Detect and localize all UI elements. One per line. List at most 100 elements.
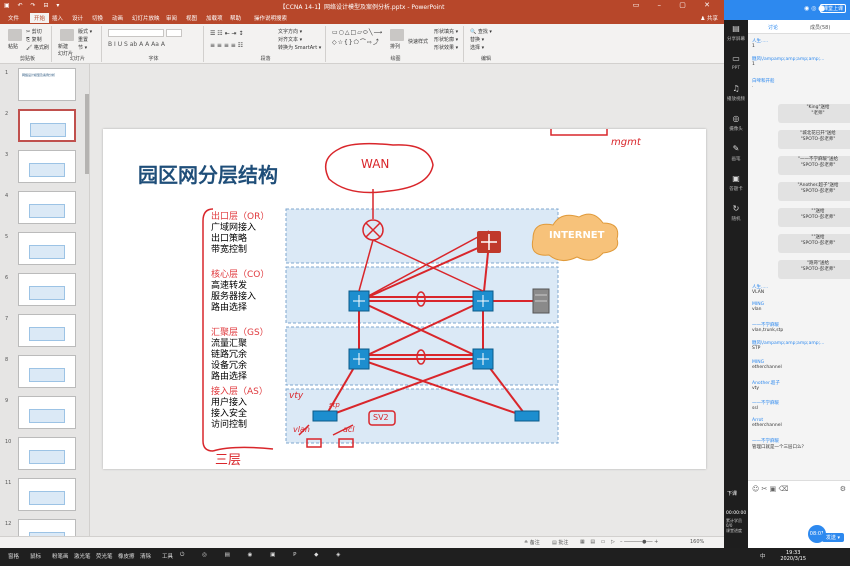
chat-toolbar-icons[interactable]: ☺ ✂ ▣ ⌫ xyxy=(752,485,788,493)
slide-thumbnail[interactable] xyxy=(18,150,76,183)
taskbar-tool[interactable]: 清除 xyxy=(140,552,151,560)
chat-panel: 讨论 成员(58) 人生..... 1 糖风\/ampamp;amp;amp;amp… xyxy=(748,20,850,548)
tab-animations[interactable]: 动画 xyxy=(112,14,123,22)
class-timer: 00:00:00 xyxy=(726,511,747,516)
side-toolbar-icon[interactable]: ▤ xyxy=(728,24,744,33)
tab-review[interactable]: 审阅 xyxy=(166,14,177,22)
side-toolbar-label: 画笔 xyxy=(731,157,741,162)
select-button[interactable]: 选择 ▾ xyxy=(470,44,484,51)
scrollbar-thumb[interactable] xyxy=(85,94,89,174)
tab-slideshow[interactable]: 幻灯片放映 xyxy=(132,14,160,22)
tab-view[interactable]: 视图 xyxy=(186,14,197,22)
slides-group: 新建 幻灯片 版式 ▾ 重置 节 ▾ 幻灯片 xyxy=(54,26,102,62)
tab-addins[interactable]: 加载项 xyxy=(206,14,223,22)
tab-members[interactable]: 成员(58) xyxy=(810,24,830,31)
shape-effects-button[interactable]: 形状效果 ▾ xyxy=(434,44,458,51)
clipboard-group-label: 剪贴板 xyxy=(19,56,35,62)
shape-outline-button[interactable]: 形状轮廓 ▾ xyxy=(434,36,458,43)
thumbnail-graphic xyxy=(29,327,65,341)
smartart-button[interactable]: 转换为 SmartArt ▾ xyxy=(278,44,321,51)
slide-thumbnail[interactable] xyxy=(18,109,76,142)
class-stats: 累计学员 0/0 课堂进度 xyxy=(726,518,742,533)
input-language[interactable]: 中 xyxy=(760,552,766,560)
tab-help[interactable]: 帮助 xyxy=(230,14,241,22)
reset-button[interactable]: 重置 xyxy=(78,36,88,43)
taskbar-tool[interactable]: 激光笔 xyxy=(74,552,91,560)
slide-thumbnail[interactable] xyxy=(18,273,76,306)
tab-file[interactable]: 文件 xyxy=(8,14,19,22)
shapes-gallery[interactable]: ▭○△□▱⬭╲⟶ ◇☆{}⬠⌒⇨⤴ xyxy=(332,29,383,46)
slide-thumbnail[interactable] xyxy=(18,437,76,470)
tab-home[interactable]: 开始 xyxy=(30,13,50,23)
sv2-annotation: SV2 xyxy=(373,413,389,422)
paste-button[interactable]: 粘贴 xyxy=(8,43,18,50)
find-button[interactable]: 🔍 查找 ▾ xyxy=(470,28,492,35)
share-button[interactable]: ♟ 共享 xyxy=(700,14,718,22)
slide-thumbnail[interactable] xyxy=(18,478,76,511)
cut-button[interactable]: ✂ 剪切 xyxy=(26,28,42,35)
tab-design[interactable]: 设计 xyxy=(72,14,83,22)
slide-thumbnail[interactable]: 网络设计模型及案例分析 xyxy=(18,68,76,101)
taskbar-tool[interactable]: 工具 xyxy=(162,552,173,560)
new-slide-icon[interactable] xyxy=(60,29,74,41)
taskbar-tool[interactable]: 橡皮擦 xyxy=(118,552,135,560)
replace-button[interactable]: 替换 ▾ xyxy=(470,36,484,43)
gift-to: "SPOTO-彭老师" xyxy=(800,189,836,194)
slide-thumbnail[interactable] xyxy=(18,314,76,347)
side-toolbar-icon[interactable]: ▣ xyxy=(728,174,744,183)
chat-text: VLAN xyxy=(752,290,765,295)
font-name-input[interactable] xyxy=(108,29,164,37)
taskbar-tool[interactable]: 鼠标 xyxy=(30,552,41,560)
core-switch-left-icon xyxy=(348,290,370,312)
font-format-buttons[interactable]: B I U S ab A A Aa A xyxy=(108,40,198,48)
font-size-input[interactable] xyxy=(166,29,182,37)
zoom-slider[interactable]: – ──────●── + xyxy=(620,539,658,545)
layer-exit-line-2: 出口策略 xyxy=(211,234,248,244)
taskbar-clock[interactable]: 19:33 2020/3/15 xyxy=(780,550,806,562)
end-class-button[interactable]: 下课 xyxy=(727,490,737,497)
layout-button[interactable]: 版式 ▾ xyxy=(78,28,92,35)
slide-thumbnail[interactable] xyxy=(18,191,76,224)
taskbar-tool[interactable]: 窗格 xyxy=(8,552,19,560)
side-toolbar-icon[interactable]: ♫ xyxy=(728,84,744,93)
access-switch-right-icon xyxy=(514,410,540,422)
arrange-button[interactable]: 排列 xyxy=(390,43,400,50)
taskbar-tool[interactable]: 荧光笔 xyxy=(96,552,113,560)
side-toolbar-icon[interactable]: ✎ xyxy=(728,144,744,153)
chat-message: 一一不学麻暖 管理口就是一个三层口么？ xyxy=(752,438,848,450)
paragraph-group-label: 段落 xyxy=(260,56,271,62)
window-controls[interactable]: ▭ – ▢ ✕ xyxy=(633,1,718,9)
zoom-level[interactable]: 160% xyxy=(690,539,704,545)
comments-button[interactable]: ▤ 批注 xyxy=(552,539,568,546)
tab-insert[interactable]: 插入 xyxy=(52,14,63,22)
arrange-icon[interactable] xyxy=(390,29,404,41)
live-badge[interactable]: 课堂上课 xyxy=(819,4,846,13)
send-button[interactable]: 发送 ▾ xyxy=(821,533,844,542)
tab-transitions[interactable]: 切换 xyxy=(92,14,103,22)
slide-thumbnail[interactable] xyxy=(18,355,76,388)
align-buttons[interactable]: ≡ ≡ ≡ ≡ ☷ xyxy=(210,42,243,49)
settings-icon[interactable]: ⚙ xyxy=(840,485,846,493)
side-toolbar-icon[interactable]: ▭ xyxy=(728,54,744,63)
taskbar-app-icons[interactable]: ⏻ ◎ ▤ ◉ ▣ P ◆ ◈ xyxy=(180,552,348,559)
shape-fill-button[interactable]: 形状填充 ▾ xyxy=(434,28,458,35)
section-button[interactable]: 节 ▾ xyxy=(78,44,87,51)
tab-tell-me[interactable]: 操作说明搜索 xyxy=(254,14,287,22)
side-toolbar-icon[interactable]: ◎ xyxy=(728,114,744,123)
quick-styles-button[interactable]: 快速样式 xyxy=(408,38,428,45)
slide-thumbnail[interactable] xyxy=(18,232,76,265)
tab-discuss[interactable]: 讨论 xyxy=(768,24,778,31)
taskbar-tool[interactable]: 粉笔画 xyxy=(52,552,69,560)
align-text-button[interactable]: 对齐文本 ▾ xyxy=(278,36,302,43)
copy-button[interactable]: ⎘ 复制 xyxy=(26,36,42,43)
format-painter-button[interactable]: 🖌 格式刷 xyxy=(26,44,49,51)
paste-icon[interactable] xyxy=(8,29,22,41)
slide[interactable]: 园区网分层结构 出口层（OR） 广域网接入 出口策略 带宽控制 核心层（CO） … xyxy=(103,129,706,469)
text-direction-button[interactable]: 文字方向 ▾ xyxy=(278,28,302,35)
chat-input-area: ☺ ✂ ▣ ⌫ ⚙ 08:01 发送 ▾ xyxy=(748,480,850,548)
notes-button[interactable]: ≙ 备注 xyxy=(524,539,540,546)
slide-thumbnail[interactable] xyxy=(18,396,76,429)
view-buttons[interactable]: ▦ ▤ ▭ ▷ xyxy=(580,539,617,545)
side-toolbar-icon[interactable]: ↻ xyxy=(728,204,744,213)
list-buttons[interactable]: ☰ ☷ ⇤ ⇥ ↕ xyxy=(210,30,243,37)
